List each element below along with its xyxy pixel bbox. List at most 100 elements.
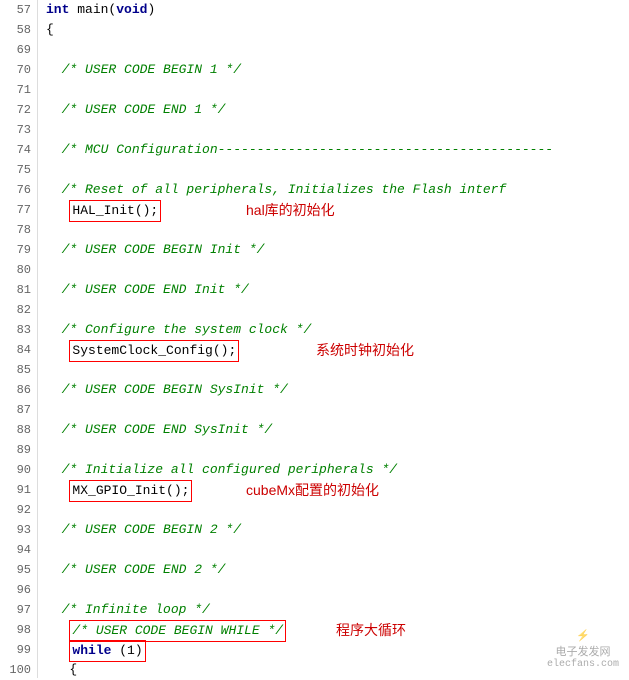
- code-line-82: [46, 300, 629, 320]
- hal-init-text: HAL_Init();: [72, 203, 158, 218]
- code-line-79: /* USER CODE BEGIN Init */: [46, 240, 629, 260]
- code-line-83: /* Configure the system clock */: [46, 320, 629, 340]
- hal-annotation: hal库的初始化: [246, 200, 335, 220]
- indent-100: [46, 662, 62, 677]
- comment-86: /* USER CODE BEGIN SysInit */: [46, 382, 288, 397]
- code-line-78: [46, 220, 629, 240]
- ln-80: 80: [6, 260, 31, 280]
- watermark-site: 电子发发网: [555, 643, 610, 659]
- ln-78: 78: [6, 220, 31, 240]
- while-keyword: while: [72, 643, 111, 658]
- code-line-88: /* USER CODE END SysInit */: [46, 420, 629, 440]
- brace-100: {: [69, 662, 77, 677]
- sysclock-annotation: 系统时钟初始化: [316, 340, 414, 360]
- ln-90: 90: [6, 460, 31, 480]
- comment-70: /* USER CODE BEGIN 1 */: [46, 62, 241, 77]
- ln-95: 95: [6, 560, 31, 580]
- comment-90: /* Initialize all configured peripherals…: [46, 462, 397, 477]
- ln-85: 85: [6, 360, 31, 380]
- code-line-94: [46, 540, 629, 560]
- gpio-text: MX_GPIO_Init();: [72, 483, 189, 498]
- code-line-74: /* MCU Configuration--------------------…: [46, 140, 629, 160]
- ln-57: 57: [6, 0, 31, 20]
- code-line-72: /* USER CODE END 1 */: [46, 100, 629, 120]
- code-line-58: {: [46, 20, 629, 40]
- loop-annotation: 程序大循环: [336, 620, 406, 640]
- code-line-96: [46, 580, 629, 600]
- ln-77: 77: [6, 200, 31, 220]
- ln-72: 72: [6, 100, 31, 120]
- ln-73: 73: [6, 120, 31, 140]
- ln-94: 94: [6, 540, 31, 560]
- cubemx-annotation: cubeMx配置的初始化: [246, 480, 379, 500]
- comment-76: /* Reset of all peripherals, Initializes…: [46, 182, 506, 197]
- watermark: ⚡ 电子发发网 elecfans.com: [547, 629, 619, 670]
- code-line-69: [46, 40, 629, 60]
- ln-89: 89: [6, 440, 31, 460]
- ln-84: 84: [6, 340, 31, 360]
- ln-70: 70: [6, 60, 31, 80]
- keyword-int: int: [46, 2, 69, 17]
- code-line-97: /* Infinite loop */: [46, 600, 629, 620]
- code-line-90: /* Initialize all configured peripherals…: [46, 460, 629, 480]
- code-line-98: /* USER CODE BEGIN WHILE */ 程序大循环: [46, 620, 629, 640]
- ln-98: 98: [6, 620, 31, 640]
- code-line-89: [46, 440, 629, 460]
- ln-76: 76: [6, 180, 31, 200]
- ln-75: 75: [6, 160, 31, 180]
- code-container: 57 58 69 70 71 72 73 74 75 76 77 78 79 8…: [0, 0, 629, 678]
- ln-96: 96: [6, 580, 31, 600]
- comment-72: /* USER CODE END 1 */: [46, 102, 225, 117]
- code-line-100: {: [46, 660, 629, 678]
- while-cond: (1): [119, 643, 142, 658]
- code-line-77: HAL_Init(); hal库的初始化: [46, 200, 629, 220]
- ln-100: 100: [6, 660, 31, 680]
- indent-77: [46, 203, 62, 218]
- ln-58: 58: [6, 20, 31, 40]
- indent-84: [46, 343, 62, 358]
- sysclock-text: SystemClock_Config();: [72, 343, 236, 358]
- hal-init-box: HAL_Init();: [69, 200, 161, 222]
- ln-92: 92: [6, 500, 31, 520]
- ln-83: 83: [6, 320, 31, 340]
- ln-81: 81: [6, 280, 31, 300]
- ln-86: 86: [6, 380, 31, 400]
- code-line-71: [46, 80, 629, 100]
- code-line-75: [46, 160, 629, 180]
- watermark-logo: ⚡: [576, 629, 590, 643]
- comment-81: /* USER CODE END Init */: [46, 282, 249, 297]
- code-line-81: /* USER CODE END Init */: [46, 280, 629, 300]
- keyword-void: void: [116, 2, 147, 17]
- code-line-86: /* USER CODE BEGIN SysInit */: [46, 380, 629, 400]
- while-begin-box: /* USER CODE BEGIN WHILE */: [69, 620, 286, 642]
- code-line-85: [46, 360, 629, 380]
- code-line-87: [46, 400, 629, 420]
- comment-88: /* USER CODE END SysInit */: [46, 422, 272, 437]
- ln-99: 99: [6, 640, 31, 660]
- comment-79: /* USER CODE BEGIN Init */: [46, 242, 264, 257]
- while-box: while (1): [69, 640, 145, 662]
- sysclock-box: SystemClock_Config();: [69, 340, 239, 362]
- code-line-70: /* USER CODE BEGIN 1 */: [46, 60, 629, 80]
- indent-91: [46, 483, 62, 498]
- comment-95: /* USER CODE END 2 */: [46, 562, 225, 577]
- line-numbers: 57 58 69 70 71 72 73 74 75 76 77 78 79 8…: [0, 0, 38, 678]
- indent-99: [46, 643, 62, 658]
- brace-open: {: [46, 22, 54, 37]
- ln-87: 87: [6, 400, 31, 420]
- code-area: int main(void) { /* USER CODE BEGIN 1 */…: [38, 0, 629, 678]
- comment-74: /* MCU Configuration--------------------…: [46, 142, 553, 157]
- code-line-92: [46, 500, 629, 520]
- ln-71: 71: [6, 80, 31, 100]
- gpio-box: MX_GPIO_Init();: [69, 480, 192, 502]
- ln-69: 69: [6, 40, 31, 60]
- comment-83: /* Configure the system clock */: [46, 322, 311, 337]
- ln-93: 93: [6, 520, 31, 540]
- code-line-76: /* Reset of all peripherals, Initializes…: [46, 180, 629, 200]
- comment-93: /* USER CODE BEGIN 2 */: [46, 522, 241, 537]
- ln-79: 79: [6, 240, 31, 260]
- code-line-84: SystemClock_Config(); 系统时钟初始化: [46, 340, 629, 360]
- code-line-93: /* USER CODE BEGIN 2 */: [46, 520, 629, 540]
- comment-97: /* Infinite loop */: [46, 602, 210, 617]
- ln-91: 91: [6, 480, 31, 500]
